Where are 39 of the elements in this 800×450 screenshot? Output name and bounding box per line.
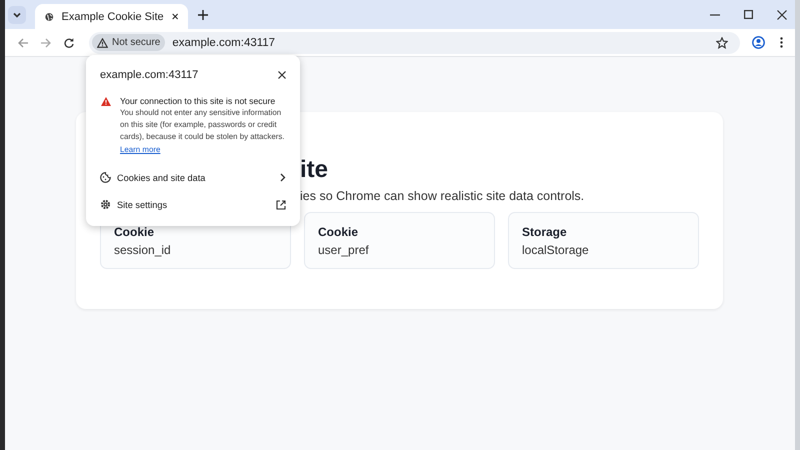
warning-title: Your connection to this site is not secure (120, 95, 276, 107)
page-subtitle: ies so Chrome can show realistic site data controls. (300, 188, 584, 205)
card-type: Cookie (114, 225, 154, 239)
tab-list-button[interactable] (8, 6, 26, 24)
globe-icon (45, 10, 54, 22)
card-value: user_pref (318, 243, 369, 257)
settings-icon (100, 199, 111, 210)
external-link-icon (276, 200, 286, 210)
menu-item-label: Site settings (117, 200, 168, 210)
star-icon[interactable] (716, 36, 728, 48)
profile-icon[interactable] (752, 36, 765, 49)
card-value: localStorage (522, 243, 589, 257)
security-label: Not secure (112, 37, 160, 48)
warning-icon (97, 38, 108, 48)
popup-menu-item[interactable]: Cookies and site data (100, 164, 286, 191)
new-tab-icon[interactable] (198, 10, 208, 20)
page-heading: ite (300, 156, 328, 184)
close-icon[interactable] (777, 10, 787, 20)
warning-icon (101, 97, 111, 106)
browser-tab[interactable]: Example Cookie Site (35, 4, 188, 29)
cookie-icon (100, 172, 111, 183)
address-bar[interactable]: Not secure example.com:43117 (89, 32, 740, 54)
tab-title: Example Cookie Site (62, 10, 164, 22)
security-chip[interactable]: Not secure (92, 34, 166, 51)
url-text: example.com:43117 (172, 36, 276, 48)
popup-title: example.com:43117 (100, 69, 198, 81)
menu-item-label: Cookies and site data (117, 172, 206, 182)
close-icon[interactable] (172, 12, 178, 21)
back-icon[interactable] (18, 38, 28, 48)
popup-menu-item[interactable]: Site settings (100, 191, 286, 218)
card-type: Cookie (318, 225, 358, 239)
reload-icon[interactable] (64, 38, 74, 48)
menu-icon[interactable] (780, 37, 783, 48)
card-type: Storage (522, 225, 567, 239)
card-value: session_id (114, 243, 171, 257)
maximize-icon[interactable] (744, 10, 753, 19)
chevron-right-icon (280, 173, 286, 182)
close-icon[interactable] (278, 71, 286, 79)
minimize-icon[interactable] (710, 14, 720, 16)
